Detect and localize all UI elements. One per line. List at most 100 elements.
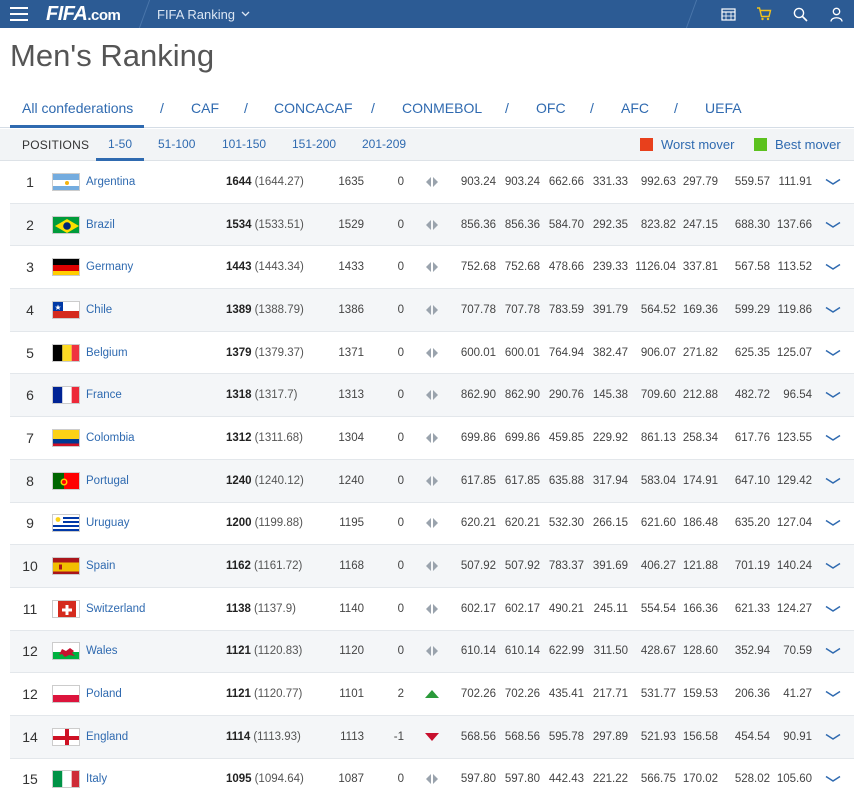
team-name-link[interactable]: Argentina	[86, 161, 216, 203]
points-breakdown-value: 568.56	[460, 730, 496, 743]
expand-row-chevron-icon[interactable]	[822, 374, 844, 416]
expand-row-chevron-icon[interactable]	[822, 588, 844, 630]
table-row[interactable]: 3 Germany 1443 (1443.34) 1433 0 752.68 752.68 47…	[10, 246, 854, 290]
no-change-icon	[424, 759, 440, 800]
expand-row-chevron-icon[interactable]	[822, 417, 844, 459]
team-name-link[interactable]: Switzerland	[86, 588, 216, 630]
tab-uefa[interactable]: UEFA	[705, 100, 742, 116]
points-breakdown-value: 186.48	[682, 517, 718, 530]
best-mover-label: Best mover	[775, 137, 841, 152]
shopping-cart-icon[interactable]	[746, 0, 782, 28]
table-row[interactable]: 10 Spain 1162 (1161.72) 1168 0 507.92 507.92 783…	[10, 545, 854, 588]
expand-row-chevron-icon[interactable]	[822, 716, 844, 758]
expand-row-chevron-icon[interactable]	[822, 503, 844, 545]
team-name-link[interactable]: Brazil	[86, 204, 216, 246]
previous-points: 1140	[339, 602, 364, 615]
team-name-link[interactable]: Uruguay	[86, 503, 216, 545]
range-1-50[interactable]: 1-50	[108, 137, 132, 151]
divider	[685, 0, 698, 28]
points-breakdown-value: 125.07	[776, 346, 812, 359]
calendar-icon[interactable]	[710, 0, 746, 28]
table-row[interactable]: 11 Switzerland 1138 (1137.9) 1140 0 602.17 602.…	[10, 587, 854, 631]
tab-separator: /	[674, 100, 678, 116]
flag-cell	[52, 631, 82, 673]
section-dropdown[interactable]: FIFA Ranking	[157, 7, 250, 22]
rank: 7	[26, 429, 34, 446]
flag-cell	[52, 332, 82, 374]
table-row[interactable]: 15 Italy 1095 (1094.64) 1087 0 597.80 597.80 442…	[10, 758, 854, 800]
range-51-100[interactable]: 51-100	[158, 137, 195, 151]
team-name-link[interactable]: Belgium	[86, 332, 216, 374]
points-breakdown-value: 217.71	[592, 688, 628, 701]
fifa-logo[interactable]: FIFA.com	[38, 3, 138, 26]
menu-icon[interactable]	[0, 0, 38, 28]
table-row[interactable]: 12 Wales 1121 (1120.83) 1120 0 610.14 610.14 622…	[10, 630, 854, 674]
points-breakdown-value: 856.36	[460, 218, 496, 231]
points-breakdown-value: 531.77	[640, 688, 676, 701]
expand-row-chevron-icon[interactable]	[822, 289, 844, 331]
table-row[interactable]: 7 Colombia 1312 (1311.68) 1304 0 699.86 699.86 4…	[10, 417, 854, 460]
points: 1121 (1120.83)	[226, 631, 336, 673]
team-name-link[interactable]: Italy	[86, 759, 216, 800]
team-name-link[interactable]: England	[86, 716, 216, 758]
flag-cell	[52, 545, 82, 587]
rank: 15	[22, 771, 38, 788]
expand-row-chevron-icon[interactable]	[822, 246, 844, 288]
team-name-link[interactable]: Portugal	[86, 460, 216, 502]
points: 1138 (1137.9)	[226, 588, 336, 630]
expand-row-chevron-icon[interactable]	[822, 673, 844, 715]
expand-row-chevron-icon[interactable]	[822, 631, 844, 673]
tab-afc[interactable]: AFC	[621, 100, 649, 116]
table-row[interactable]: 14 England 1114 (1113.93) 1113 -1 568.56 568.56…	[10, 715, 854, 759]
points-breakdown-value: 635.88	[548, 474, 584, 487]
expand-row-chevron-icon[interactable]	[822, 460, 844, 502]
search-icon[interactable]	[782, 0, 818, 28]
points-breakdown-value: 584.70	[548, 218, 584, 231]
table-row[interactable]: 9 Uruguay 1200 (1199.88) 1195 0 620.21 620.21 53…	[10, 502, 854, 546]
expand-row-chevron-icon[interactable]	[822, 545, 844, 587]
points-rounded: 1114	[226, 730, 251, 743]
rank: 1	[26, 173, 34, 190]
points-breakdown-value: 564.52	[640, 303, 676, 316]
points-breakdown-value: 507.92	[504, 560, 540, 573]
points-breakdown-value: 391.69	[592, 560, 628, 573]
table-row[interactable]: 6 France 1318 (1317.7) 1313 0 862.90 862.90 290.…	[10, 374, 854, 418]
table-row[interactable]: 5 Belgium 1379 (1379.37) 1371 0 600.01 600.01 76…	[10, 331, 854, 375]
team-name-link[interactable]: France	[86, 374, 216, 416]
tab-ofc[interactable]: OFC	[536, 100, 566, 116]
range-151-200[interactable]: 151-200	[292, 137, 336, 151]
team-name-link[interactable]: Germany	[86, 246, 216, 288]
expand-row-chevron-icon[interactable]	[822, 161, 844, 203]
arrow-up-icon	[424, 673, 440, 715]
points-breakdown-value: 566.75	[640, 773, 676, 786]
points-exact: (1137.9)	[253, 602, 296, 615]
range-101-150[interactable]: 101-150	[222, 137, 266, 151]
team-name-link[interactable]: Chile	[86, 289, 216, 331]
section-dropdown-label: FIFA Ranking	[157, 6, 236, 22]
rank: 4	[26, 301, 34, 318]
team-name-link[interactable]: Wales	[86, 631, 216, 673]
table-row[interactable]: 1 Argentina 1644 (1644.27) 1635 0 903.24 903.24…	[10, 161, 854, 204]
user-icon[interactable]	[818, 0, 854, 28]
points-breakdown-value: 702.26	[504, 688, 540, 701]
table-row[interactable]: 8 Portugal 1240 (1240.12) 1240 0 617.85 617.85 6…	[10, 459, 854, 503]
team-name-link[interactable]: Colombia	[86, 417, 216, 459]
points-rounded: 1379	[226, 346, 252, 359]
expand-row-chevron-icon[interactable]	[822, 332, 844, 374]
no-change-icon	[424, 374, 440, 416]
expand-row-chevron-icon[interactable]	[822, 759, 844, 800]
team-name-link[interactable]: Poland	[86, 673, 216, 715]
tab-concacaf[interactable]: CONCACAF	[274, 100, 353, 116]
range-201-209[interactable]: 201-209	[362, 137, 406, 151]
tab-caf[interactable]: CAF	[191, 100, 219, 116]
tab-conmebol[interactable]: CONMEBOL	[402, 100, 482, 116]
points-rounded: 1318	[226, 389, 252, 402]
table-row[interactable]: 12 Poland 1121 (1120.77) 1101 2 702.26 702.26 43…	[10, 673, 854, 716]
points-breakdown-value: 382.47	[592, 346, 628, 359]
expand-row-chevron-icon[interactable]	[822, 204, 844, 246]
flag-poland-icon	[52, 685, 80, 704]
table-row[interactable]: 2 Brazil 1534 (1533.51) 1529 0 856.36 856.36 584…	[10, 203, 854, 247]
team-name-link[interactable]: Spain	[86, 545, 216, 587]
tab-all-confederations[interactable]: All confederations	[22, 100, 133, 116]
table-row[interactable]: 4 Chile 1389 (1388.79) 1386 0 707.78 707.78 783.…	[10, 289, 854, 332]
